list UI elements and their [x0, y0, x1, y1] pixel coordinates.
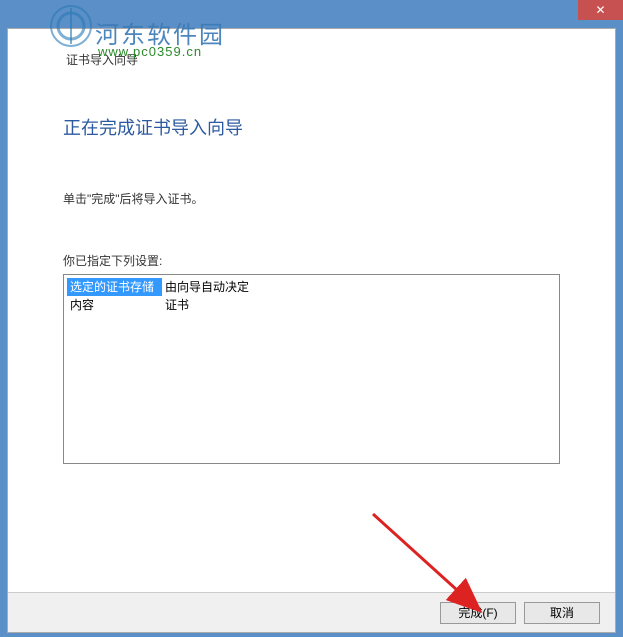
close-icon: ✕ — [595, 3, 605, 17]
setting-value: 由向导自动决定 — [162, 278, 249, 296]
watermark-logo — [50, 5, 92, 50]
table-row: 内容 证书 — [67, 296, 556, 314]
instruction-text: 单击"完成"后将导入证书。 — [63, 190, 560, 207]
settings-label: 你已指定下列设置: — [63, 252, 560, 269]
setting-key: 选定的证书存储 — [67, 278, 162, 296]
title-bar: ✕ — [0, 0, 623, 28]
finish-button[interactable]: 完成(F) — [440, 602, 516, 624]
setting-key: 内容 — [67, 296, 162, 314]
settings-list: 选定的证书存储 由向导自动决定 内容 证书 — [63, 274, 560, 464]
wizard-dialog: 证书导入向导 正在完成证书导入向导 单击"完成"后将导入证书。 你已指定下列设置… — [7, 28, 616, 633]
table-row: 选定的证书存储 由向导自动决定 — [67, 278, 556, 296]
window-close-button[interactable]: ✕ — [578, 0, 623, 20]
setting-value: 证书 — [162, 296, 189, 314]
watermark-url: www.pc0359.cn — [98, 44, 202, 59]
cancel-button[interactable]: 取消 — [524, 602, 600, 624]
button-bar: 完成(F) 取消 — [8, 592, 615, 632]
page-title: 正在完成证书导入向导 — [63, 114, 560, 140]
content-area: 正在完成证书导入向导 单击"完成"后将导入证书。 你已指定下列设置: 选定的证书… — [8, 29, 615, 464]
